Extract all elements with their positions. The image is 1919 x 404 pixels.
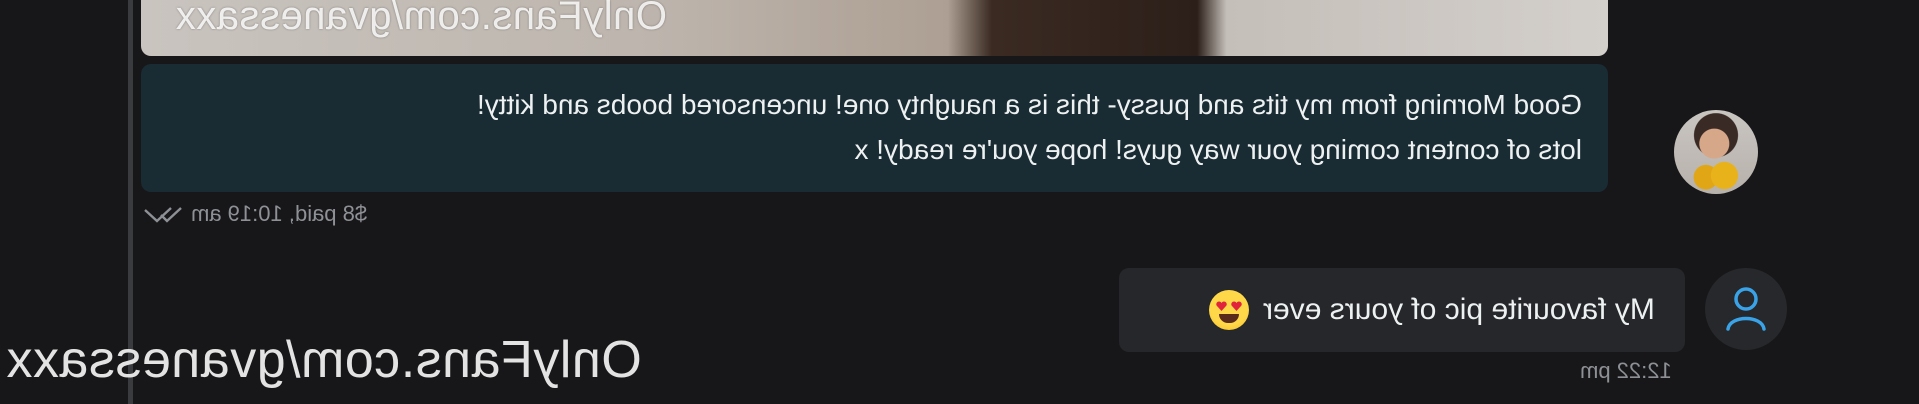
outgoing-message-text: My favourite pic of yours ever <box>1263 293 1655 326</box>
outgoing-message-bubble: My favourite pic of yours ever <box>1119 268 1685 352</box>
message-price-time: $8 paid, 10:19 am <box>191 201 368 226</box>
creator-avatar[interactable] <box>1674 110 1758 194</box>
user-avatar[interactable] <box>1705 268 1787 350</box>
user-icon <box>1726 287 1766 331</box>
outgoing-message-content: My favourite pic of yours ever <box>1149 290 1655 330</box>
outgoing-message-time: 12:22 pm <box>1580 358 1672 383</box>
message-media-preview[interactable]: OnlyFans.com/gvanessaxx <box>141 0 1608 56</box>
media-watermark: OnlyFans.com/gvanessaxx <box>175 0 667 38</box>
incoming-message-text: Good Morning from my tits and pussy- thi… <box>182 82 1582 172</box>
incoming-message-line: lots of content coming your way guys! ho… <box>854 134 1582 165</box>
page-watermark: OnlyFans.com/gvanessaxx <box>6 331 642 389</box>
incoming-message-meta: $8 paid, 10:19 am <box>141 200 367 228</box>
incoming-message-bubble: Good Morning from my tits and pussy- thi… <box>141 64 1608 192</box>
incoming-message-line: Good Morning from my tits and pussy- thi… <box>476 89 1582 120</box>
double-check-icon <box>144 207 182 223</box>
heart-eyes-emoji-icon <box>1209 290 1250 330</box>
